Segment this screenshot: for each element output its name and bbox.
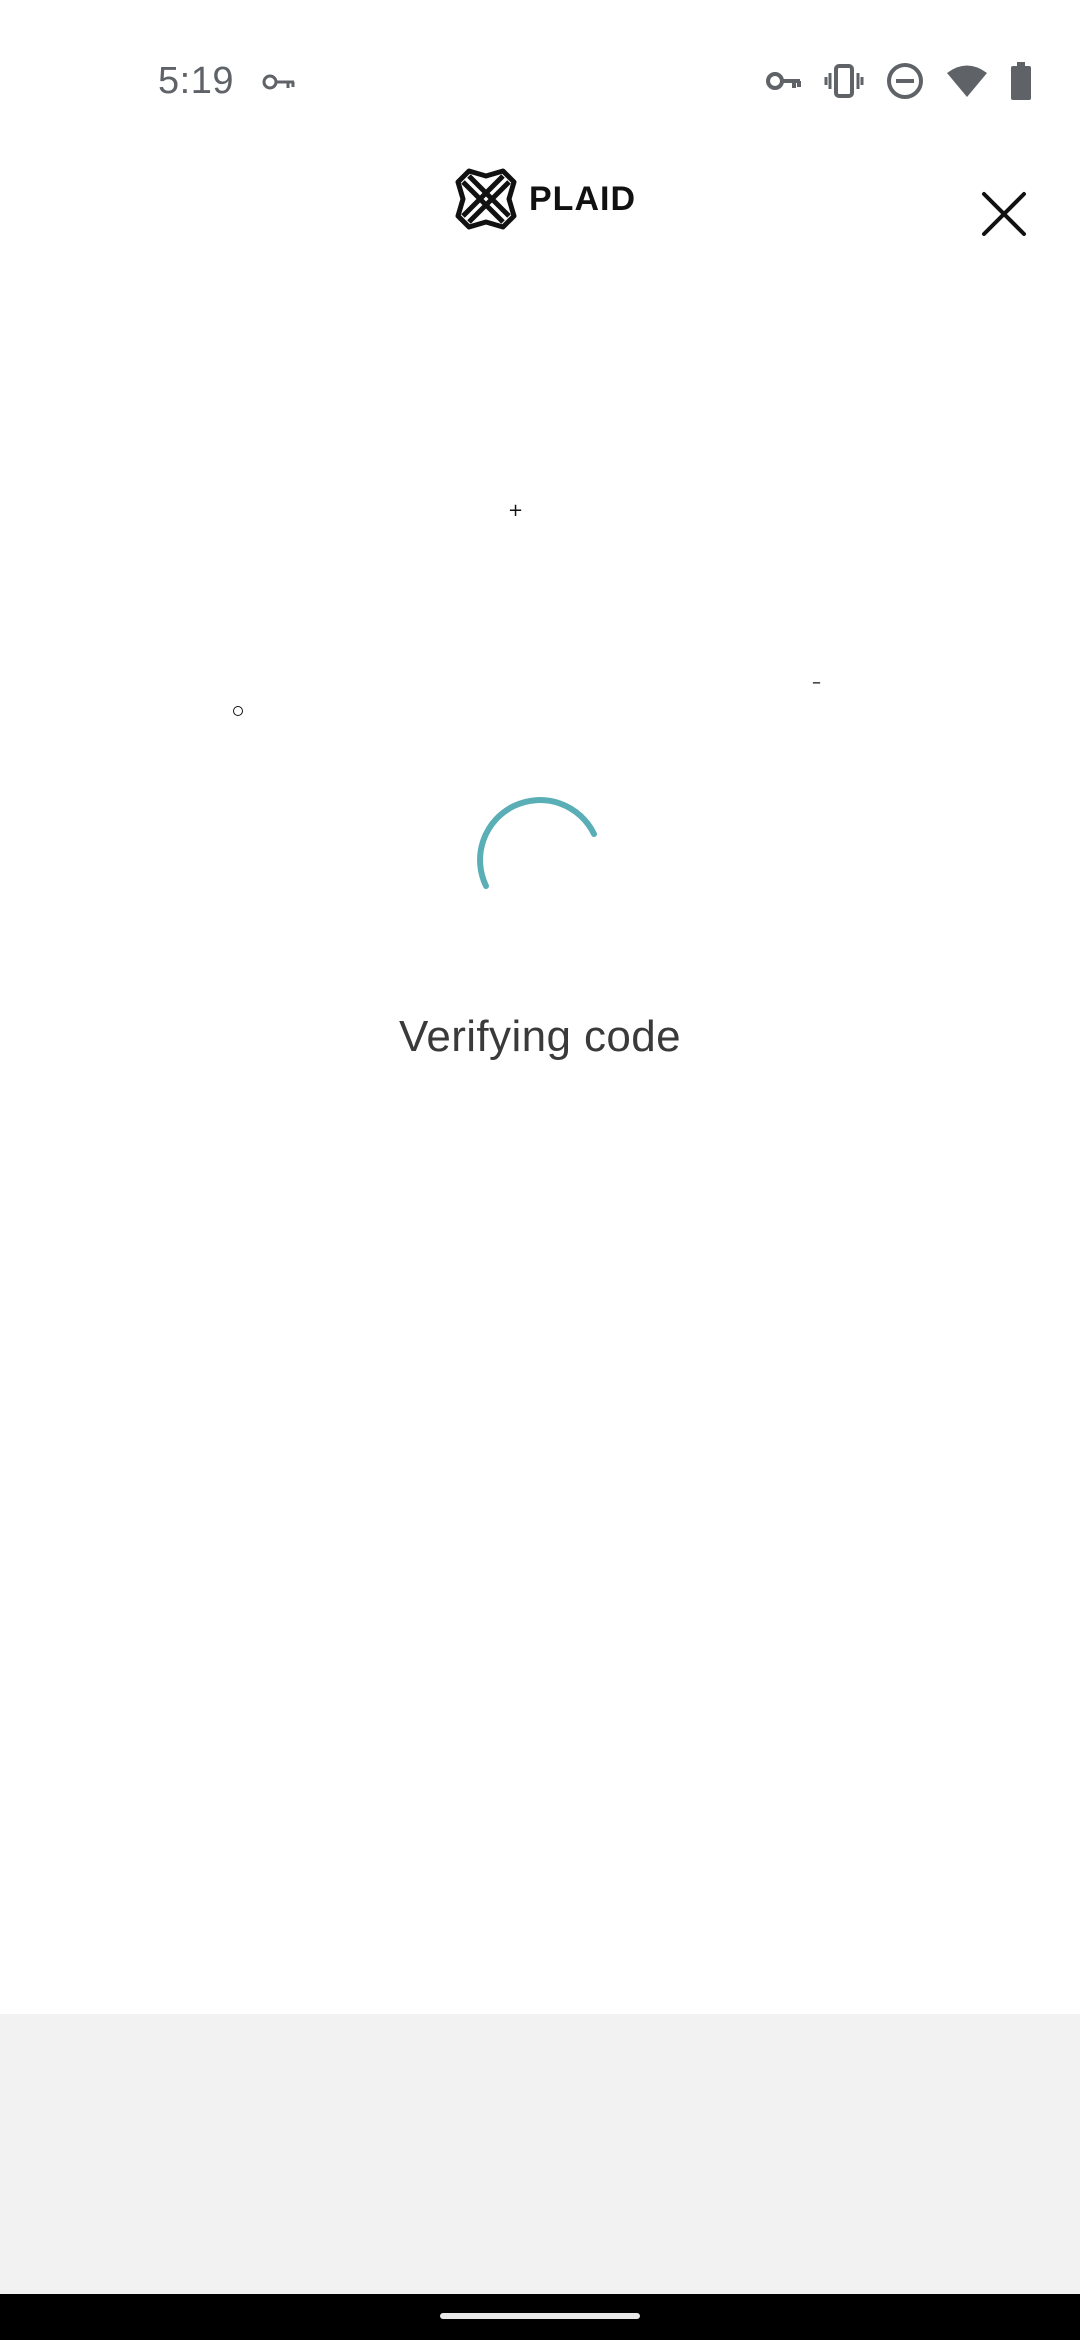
battery-icon (1010, 61, 1032, 105)
decorative-ring (233, 706, 243, 716)
status-bar: 5:19 (0, 0, 1080, 170)
plaid-logo: PLAID (455, 168, 636, 230)
bottom-panel (0, 2014, 1080, 2294)
decorative-dash: – (812, 672, 821, 693)
close-button[interactable] (976, 186, 1032, 242)
vibrate-icon (824, 63, 864, 104)
status-icons (766, 60, 1032, 106)
decorative-plus: + (508, 500, 524, 521)
loading-spinner (477, 797, 597, 889)
vpn-key-icon (262, 68, 296, 96)
wifi-icon (946, 64, 988, 103)
brand-name: PLAID (529, 180, 636, 218)
close-icon (982, 192, 1026, 236)
vpn-key-icon (766, 67, 802, 100)
status-time: 5:19 (158, 60, 234, 102)
home-indicator[interactable] (440, 2313, 640, 2319)
verifying-status-text: Verifying code (399, 1012, 681, 1061)
navigation-bar (0, 2294, 1080, 2340)
plaid-logo-icon (455, 168, 517, 230)
do-not-disturb-icon (886, 62, 924, 105)
